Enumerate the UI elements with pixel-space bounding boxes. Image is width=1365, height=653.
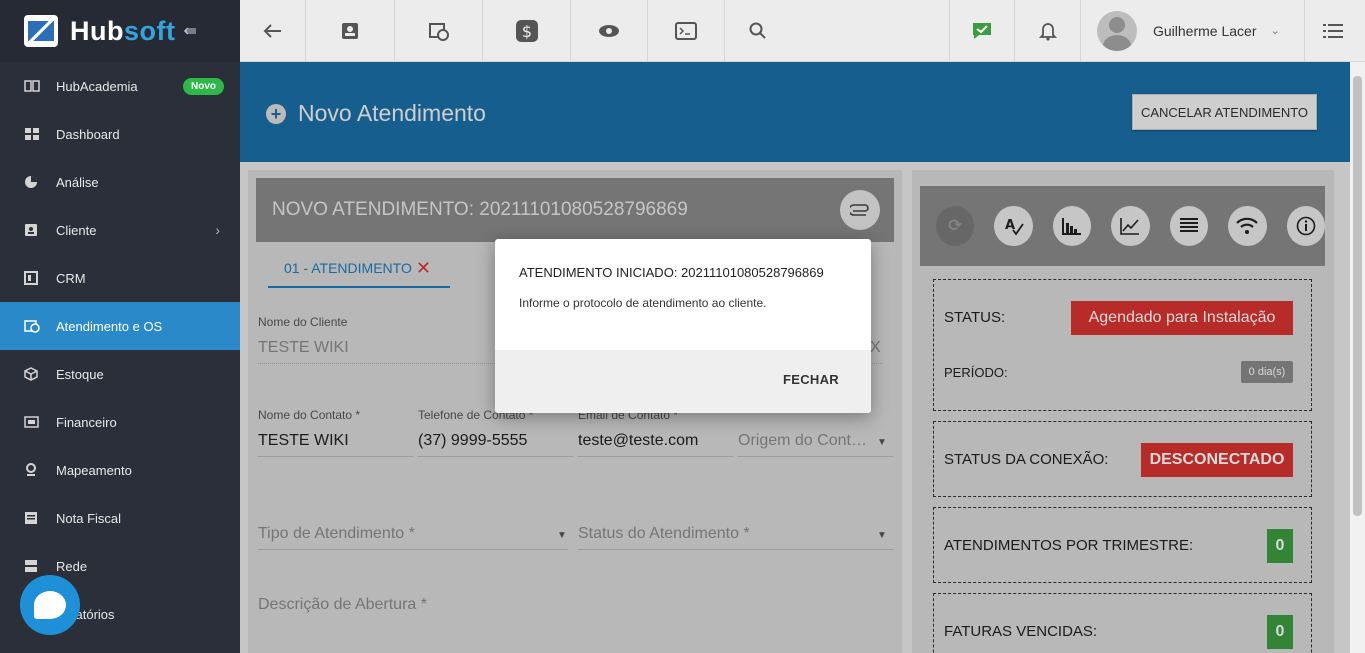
box-icon [24,367,40,381]
chat-widget-button[interactable] [20,575,80,635]
eye-icon [599,25,619,37]
back-button[interactable] [240,0,306,62]
list-menu-button[interactable] [1305,0,1361,62]
sidebar-item-financeiro[interactable]: Financeiro [0,398,240,446]
pie-chart-icon [24,175,40,189]
dialog-message: Informe o protocolo de atendimento ao cl… [519,296,767,310]
sidebar: Hubsoft ⇚ HubAcademia Novo Dashboard Aná… [0,0,240,653]
avatar [1097,10,1137,51]
user-menu[interactable]: Guilherme Lacer ⌄ [1081,0,1305,61]
sidebar-item-hubacademia[interactable]: HubAcademia Novo [0,62,240,110]
sidebar-item-label: CRM [56,270,86,286]
app-logo[interactable]: Hubsoft ⇚ [0,0,240,62]
calendar-clock-icon [428,23,449,41]
sidebar-item-dashboard[interactable]: Dashboard [0,110,240,158]
close-dialog-button[interactable]: FECHAR [783,372,839,387]
sidebar-item-label: Rede [56,558,88,574]
grid-icon [24,127,40,141]
dialog-title: ATENDIMENTO INICIADO: 202111010805287968… [519,265,824,280]
dialog-footer: FECHAR [495,350,871,413]
bell-icon [1038,23,1057,41]
money-icon [24,415,40,429]
search-button[interactable] [725,0,791,62]
sidebar-item-label: Estoque [56,366,104,382]
svg-text:$: $ [521,22,531,41]
collapse-menu-icon[interactable]: ⇚ [183,21,196,41]
contact-card-icon [24,223,40,237]
view-button[interactable] [571,0,648,62]
map-pin-icon [24,463,40,477]
dollar-icon: $ [515,20,538,42]
new-badge: Novo [183,77,224,95]
user-name: Guilherme Lacer [1153,22,1257,39]
notifications-button[interactable] [1015,0,1081,62]
sidebar-item-estoque[interactable]: Estoque [0,350,240,398]
finance-button[interactable]: $ [483,0,571,62]
contact-icon [342,23,358,39]
sidebar-item-cliente[interactable]: Cliente › [0,206,240,254]
sidebar-item-label: Financeiro [56,414,117,430]
sidebar-item-label: HubAcademia [56,78,138,94]
terminal-icon [675,22,697,40]
sidebar-item-crm[interactable]: CRM [0,254,240,302]
top-toolbar: $ Guilherme Lacer ⌄ [240,0,1365,62]
page-scrollbar[interactable] [1350,62,1365,653]
sidebar-item-analise[interactable]: Análise [0,158,240,206]
terminal-button[interactable] [648,0,725,62]
chevron-down-icon: ⌄ [1270,25,1280,37]
search-icon [749,22,766,39]
chat-bubble-icon [34,591,66,619]
sidebar-item-nota-fiscal[interactable]: Nota Fiscal [0,494,240,542]
schedule-button[interactable] [395,0,483,62]
check-message-icon [973,23,991,39]
server-icon [24,559,40,573]
board-icon [24,271,40,285]
sidebar-item-label: Cliente [56,222,97,238]
hubsoft-logo-icon [24,15,58,47]
sidebar-item-atendimento-os[interactable]: Atendimento e OS [0,302,240,350]
contact-button[interactable] [306,0,395,62]
calendar-clock-icon [24,319,40,333]
sidebar-item-label: Nota Fiscal [56,510,122,526]
book-icon [24,79,40,93]
attendance-started-dialog: ATENDIMENTO INICIADO: 202111010805287968… [495,239,871,413]
logo-text: Hubsoft [70,15,176,46]
sidebar-item-label: Atendimento e OS [56,318,163,334]
sidebar-item-mapeamento[interactable]: Mapeamento [0,446,240,494]
sidebar-item-label: Análise [56,174,99,190]
sidebar-item-label: Mapeamento [56,462,132,478]
document-icon [24,511,40,525]
list-menu-icon [1323,24,1343,38]
sidebar-item-label: Dashboard [56,126,120,142]
chevron-right-icon: › [215,222,220,238]
tasks-button[interactable] [949,0,1015,62]
back-arrow-icon [263,24,281,38]
scrollbar-thumb[interactable] [1353,76,1362,516]
